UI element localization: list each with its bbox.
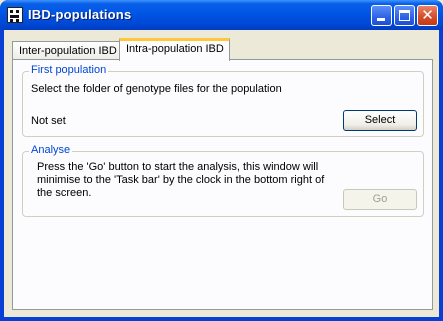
title-bar[interactable]: IBD-populations ✕ [0,0,443,30]
first-population-legend: First population [29,64,109,76]
analyse-description: Press the 'Go' button to start the analy… [37,161,325,199]
maximize-icon [399,10,410,21]
tab-intra-population[interactable]: Intra-population IBD [119,38,230,61]
maximize-button[interactable] [394,5,415,26]
window-title: IBD-populations [28,7,132,22]
minimize-button[interactable] [371,5,392,26]
first-population-group: First population Select the folder of ge… [22,64,424,137]
minimize-icon [377,18,385,21]
first-population-status: Not set [31,115,66,127]
go-button[interactable]: Go [343,189,417,210]
analyse-legend: Analyse [29,144,73,156]
select-button[interactable]: Select [343,110,417,131]
analyse-group: Analyse Press the 'Go' button to start t… [22,144,424,217]
first-population-instruction: Select the folder of genotype files for … [31,83,282,95]
window-client-area: Inter-population IBD Intra-population IB… [4,30,439,317]
app-icon[interactable] [7,7,23,23]
close-button[interactable]: ✕ [417,5,438,26]
tab-panel-intra-population: First population Select the folder of ge… [12,59,433,310]
app-window: IBD-populations ✕ Inter-population IBD I… [0,0,443,321]
close-icon: ✕ [421,6,434,24]
tab-inter-population[interactable]: Inter-population IBD [12,41,120,60]
